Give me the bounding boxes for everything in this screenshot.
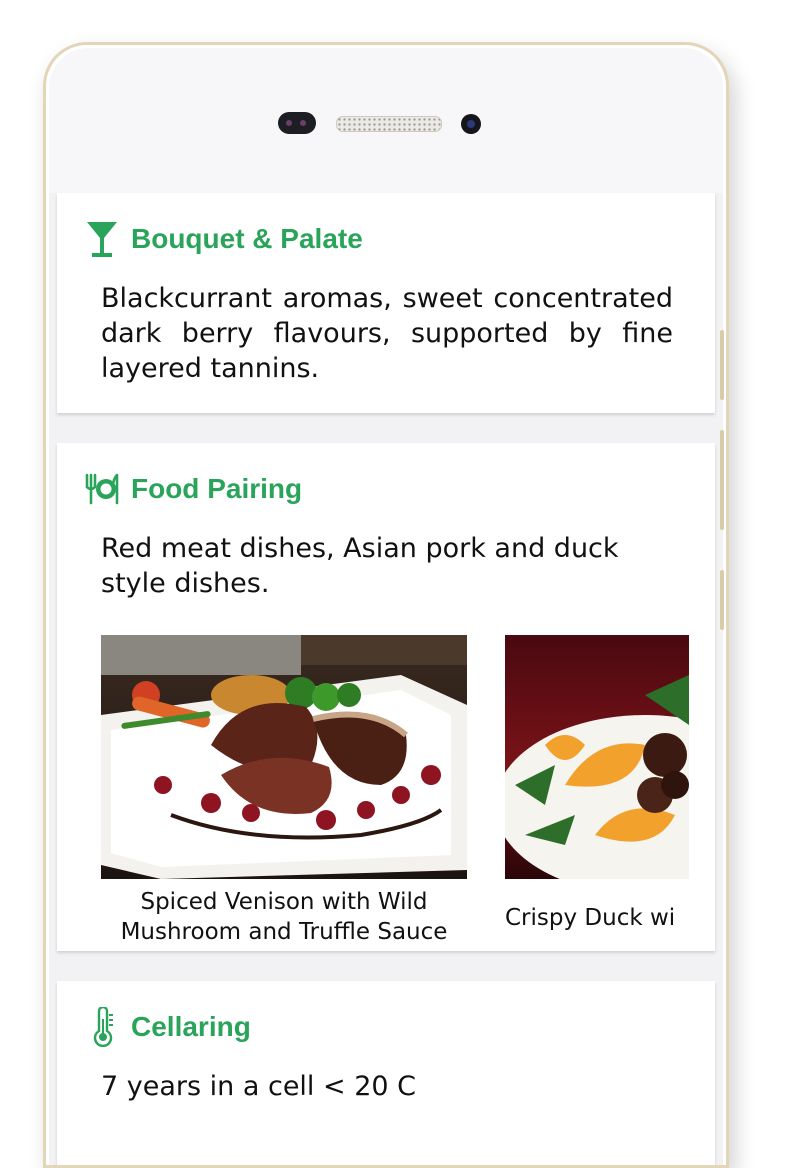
app-screen[interactable]: Bouquet & Palate Blackcurrant aromas, sw… <box>49 193 723 1165</box>
section-title: Cellaring <box>131 1011 251 1042</box>
proximity-sensor <box>278 112 316 134</box>
bouquet-palate-text: Blackcurrant aromas, sweet concentrated … <box>101 283 673 384</box>
cocktail-glass-icon <box>85 219 119 259</box>
phone-frame: Bouquet & Palate Blackcurrant aromas, sw… <box>43 42 729 1168</box>
phone-top-bezel <box>49 48 723 193</box>
food-pairing-header: Food Pairing <box>85 469 302 509</box>
phone-side-button <box>720 330 724 400</box>
thermometer-icon <box>85 1005 119 1048</box>
food-pairing-card: Food Pairing Red meat dishes, Asian pork… <box>57 443 715 951</box>
phone-side-button <box>720 430 724 530</box>
cellaring-text: 7 years in a cell < 20 C <box>101 1071 417 1102</box>
earpiece-speaker <box>336 116 442 132</box>
dish-caption-line: Crispy Duck wi <box>505 905 676 931</box>
dish-caption-line: Spiced Venison with Wild <box>140 889 428 915</box>
dish-card[interactable]: Spiced Venison with Wild Mushroom and Tr… <box>101 635 467 945</box>
dish-caption: Spiced Venison with Wild Mushroom and Tr… <box>101 887 467 947</box>
phone-side-button <box>720 570 724 630</box>
dish-caption: Crispy Duck wi <box>505 903 689 933</box>
food-pairing-text: Red meat dishes, Asian pork and duck sty… <box>101 533 619 599</box>
bouquet-palate-card: Bouquet & Palate Blackcurrant aromas, sw… <box>57 193 715 413</box>
dish-photo <box>505 635 689 879</box>
section-title: Bouquet & Palate <box>131 223 363 254</box>
bouquet-palate-header: Bouquet & Palate <box>85 219 363 259</box>
dish-caption-line: Mushroom and Truffle Sauce <box>120 919 448 945</box>
section-title: Food Pairing <box>131 473 303 504</box>
cellaring-card: Cellaring 7 years in a cell < 20 C <box>57 981 715 1165</box>
cellaring-header: Cellaring <box>85 1005 251 1048</box>
dish-carousel[interactable]: Spiced Venison with Wild Mushroom and Tr… <box>57 635 715 949</box>
front-camera-icon <box>461 114 481 134</box>
plate-cutlery-icon <box>85 469 119 509</box>
dish-photo <box>101 635 467 879</box>
dish-card[interactable]: Crispy Duck wi <box>505 635 689 931</box>
